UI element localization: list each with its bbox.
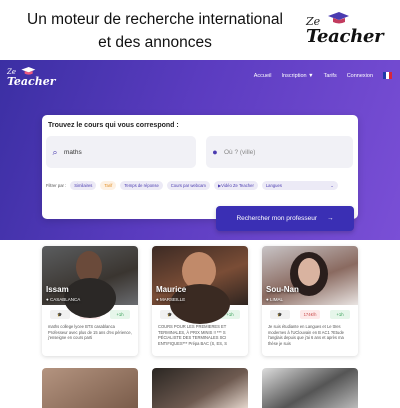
filter-label: Filtrer par : [46,183,67,188]
teacher-card[interactable]: Sou-Nan ● LIMAL 🎓 174€/h +1h Je suis étu… [262,246,358,356]
search-title: Trouvez le cours qui vous correspond : [48,122,179,129]
teacher-stats: 🎓 174€/h +1h [262,305,358,322]
teacher-photo: Sou-Nan ● LIMAL [262,246,358,305]
nav-inscription-label: Inscription [281,72,307,79]
location-placeholder: Où ? (ville) [224,148,256,156]
filter-bar: Filtrer par : Similaires Tarif Temps de … [46,181,338,190]
teacher-photo[interactable] [152,368,248,408]
subject-value: maths [64,148,82,156]
teacher-name: Maurice [156,285,187,294]
graduation-cap-icon: 🎓 [270,310,290,319]
nav-accueil[interactable]: Accueil [254,73,272,79]
top-navigation: Accueil Inscription ▼ Tarifs Connexion [254,72,392,79]
teacher-card[interactable]: Issam ● CASABLANCA 🎓 174€/h +1h maths co… [42,246,138,356]
promo-banner: Un moteur de recherche international et … [0,0,400,66]
teacher-photo[interactable] [262,368,358,408]
teacher-cards: Issam ● CASABLANCA 🎓 174€/h +1h maths co… [42,246,358,356]
teacher-city: ● MARSEILLE [156,297,185,302]
language-select-label: Langues [265,183,282,188]
teacher-description: Je suis étudiante en Langues et Le ttres… [268,324,344,346]
teacher-description: COURS POUR LES PREMIERES ET TERMINALES, … [158,324,227,346]
teacher-city: ● CASABLANCA [46,297,80,302]
zeteacher-logo: Ze Teacher [302,12,394,48]
search-icon: ⌕ [52,146,58,157]
teacher-name: Sou-Nan [266,285,299,294]
teacher-cards-row-2 [42,368,358,408]
map-pin-icon: ● [212,147,218,157]
subject-input[interactable]: ⌕ maths [46,136,196,168]
language-select[interactable]: Langues ⌄ [261,181,338,190]
arrow-right-icon: → [327,215,334,222]
teacher-city: ● LIMAL [266,297,283,302]
search-card: Trouvez le cours qui vous correspond : ⌕… [42,115,358,219]
search-button-label: Rechercher mon professeur [236,215,318,222]
nav-logo-word: Teacher [7,75,56,88]
nav-tarifs[interactable]: Tarifs [324,73,337,79]
teacher-photo: Maurice ● MARSEILLE [152,246,248,324]
response-badge: +1h [110,310,130,319]
filter-webcam[interactable]: Cours par webcam [166,181,210,190]
teacher-description: maths college lycee BTS casablanca Profe… [48,324,132,341]
location-input[interactable]: ● Où ? (ville) [206,136,353,168]
response-badge: +1h [330,310,350,319]
logo-word: Teacher [306,26,384,47]
teacher-city-label: MARSEILLE [159,297,186,302]
filter-response-time[interactable]: Temps de réponse [120,181,163,190]
filter-tarif[interactable]: Tarif [100,181,117,190]
teacher-card[interactable]: Maurice ● MARSEILLE 🎓 174€/h +1h COURS P… [152,246,248,356]
banner-line-1: Un moteur de recherche international [27,11,283,28]
teacher-photo[interactable] [42,368,138,408]
nav-inscription[interactable]: Inscription ▼ [282,73,314,79]
graduation-cap-icon: 🎓 [50,310,70,319]
french-flag-icon[interactable] [383,72,392,79]
filter-video-label: Vidéo Ze Teacher [221,183,254,188]
banner-line-2: et des annonces [98,34,212,51]
price-badge: 174€/h [300,310,320,319]
caret-down-icon: ▼ [308,72,314,79]
filter-similaires[interactable]: Similaires [70,181,97,190]
search-button[interactable]: Rechercher mon professeur → [216,206,354,231]
banner-headline: Un moteur de recherche international et … [10,8,300,54]
graduation-cap-icon [328,12,349,24]
teacher-city-label: LIMAL [269,297,283,302]
nav-connexion[interactable]: Connexion [347,73,373,79]
filter-video[interactable]: ▶ Vidéo Ze Teacher [213,181,258,190]
nav-logo[interactable]: Ze Teacher [6,66,56,92]
teacher-photo: Issam ● CASABLANCA [42,246,138,318]
teacher-city-label: CASABLANCA [49,297,81,302]
teacher-name: Issam [46,285,69,294]
chevron-down-icon: ⌄ [330,183,334,188]
